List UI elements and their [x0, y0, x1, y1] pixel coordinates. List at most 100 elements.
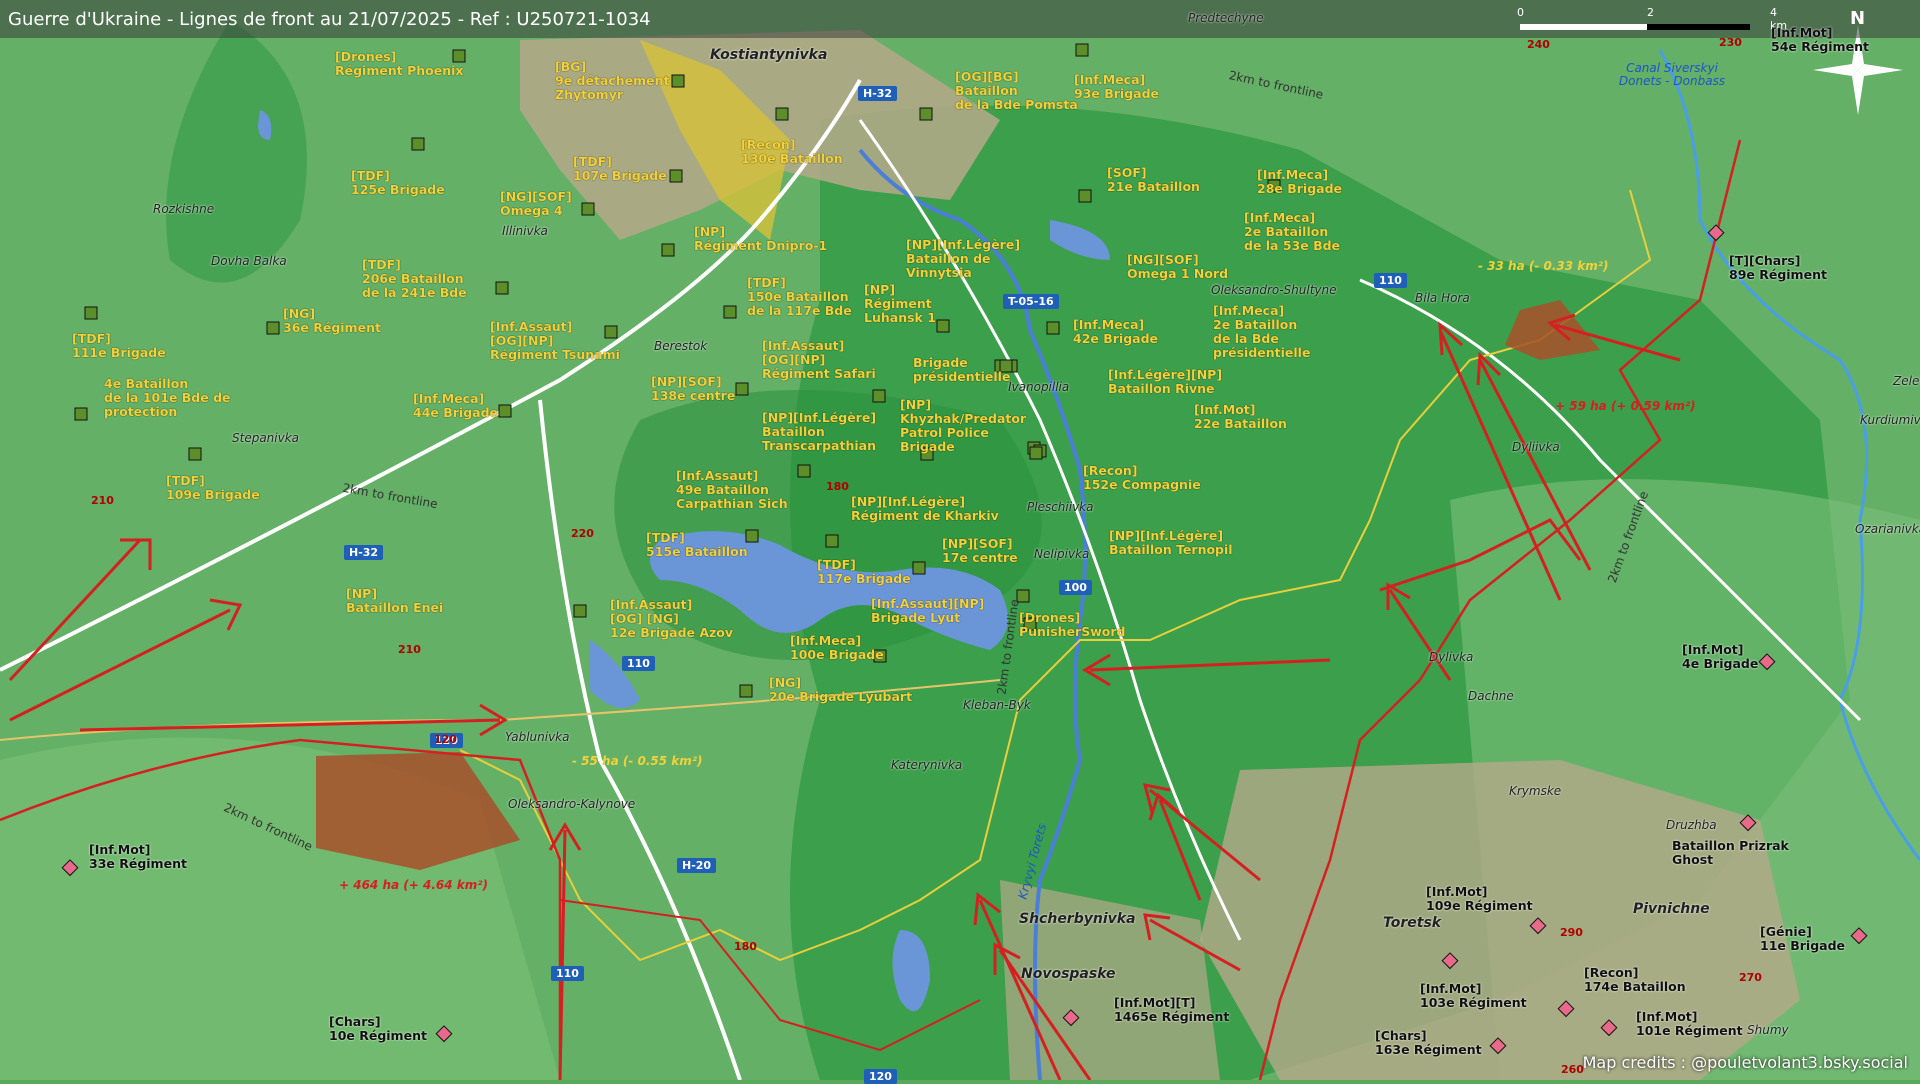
ua-unit-label: [Inf.Assaut][OG][NP]Régiment Tsunami [490, 320, 620, 362]
ru-unit-label: [Inf.Mot]54e Régiment [1771, 26, 1869, 54]
place-label: Pivnichne [1633, 901, 1710, 917]
ua-unit-label: [NG]36e Régiment [283, 307, 381, 335]
ua-unit-label: [Inf.Assaut][OG] [NG]12e Brigade Azov [610, 598, 733, 640]
ua-unit-marker [746, 530, 758, 542]
ua-unit-label: [NP]Régiment Dnipro-1 [694, 225, 827, 253]
ua-unit-label: [NP]Khyzhak/PredatorPatrol PoliceBrigade [900, 398, 1026, 454]
ua-unit-label: [Inf.Meca]2e Bataillonde la 53e Bde [1244, 211, 1340, 253]
ua-unit-label: [TDF]150e Bataillonde la 117e Bde [747, 276, 852, 318]
elevation-label: 230 [1719, 36, 1742, 49]
ua-unit-label: [Inf.Meca]42e Brigade [1073, 318, 1158, 346]
scale-seg [1647, 24, 1750, 30]
ru-unit-label: [Inf.Mot]4e Brigade [1682, 643, 1758, 671]
ru-unit-label: Bataillon PrizrakGhost [1672, 839, 1789, 867]
elevation-label: 210 [91, 494, 114, 507]
elevation-label: 210 [398, 643, 421, 656]
ua-unit-label: [Recon]152e Compagnie [1083, 464, 1201, 492]
ua-unit-label: [Inf.Meca]2e Bataillonde la Bdeprésident… [1213, 304, 1310, 360]
ua-unit-label: Brigadeprésidentielle [913, 356, 1010, 384]
ua-unit-label: [Drones]Régiment Phoenix [335, 50, 463, 78]
ru-unit-label: [Chars]10e Régiment [329, 1015, 427, 1043]
ua-unit-label: [NP][Inf.Légère]Bataillon deVinnytsia [906, 238, 1020, 280]
ua-unit-marker [724, 306, 736, 318]
water-label: Canal Siverskyi Donets - Donbass [1612, 62, 1732, 88]
ua-unit-marker [412, 138, 424, 150]
ru-unit-label: [Inf.Mot]103e Régiment [1420, 982, 1527, 1010]
ua-unit-label: [NP]Bataillon Enei [346, 587, 443, 615]
ua-unit-marker [1047, 322, 1059, 334]
road-badge: H-20 [677, 858, 716, 873]
place-label: Druzhba [1666, 818, 1717, 832]
ru-unit-label: [Inf.Mot][T]1465e Régiment [1114, 996, 1229, 1024]
place-label: Dovha Balka [211, 254, 287, 268]
ua-unit-marker [913, 562, 925, 574]
place-label: Berestok [654, 339, 707, 353]
ua-unit-label: [NP]RégimentLuhansk 1 [864, 283, 936, 325]
ua-unit-marker [267, 322, 279, 334]
elevation-label: 180 [826, 480, 849, 493]
ua-unit-label: [TDF]107e Brigade [573, 155, 667, 183]
ua-unit-label: [NG][SOF]Omega 4 [500, 190, 572, 218]
road-badge: H-32 [344, 545, 383, 560]
ua-unit-marker [662, 244, 674, 256]
ua-unit-label: [Inf.Meca]28e Brigade [1257, 168, 1342, 196]
ua-unit-marker [496, 282, 508, 294]
ua-unit-label: [NG]20e Brigade Lyubart [769, 676, 912, 704]
map-title: Guerre d'Ukraine - Lignes de front au 21… [8, 9, 651, 30]
ru-unit-label: [Génie]11e Brigade [1760, 925, 1845, 953]
place-label: Krymske [1509, 784, 1561, 798]
ua-unit-label: [OG][BG]Bataillonde la Bde Pomsta [955, 70, 1078, 112]
ru-unit-label: [Recon]174e Bataillon [1584, 966, 1686, 994]
ua-unit-marker [85, 307, 97, 319]
place-label: Dylivka [1429, 650, 1473, 664]
ua-unit-marker [574, 605, 586, 617]
place-label: Ivanopillia [1008, 380, 1069, 394]
ru-unit-label: [Inf.Mot]109e Régiment [1426, 885, 1533, 913]
ua-unit-label: [Inf.Meca]93e Brigade [1074, 73, 1159, 101]
area-change-label: - 33 ha (- 0.33 km²) [1478, 259, 1609, 273]
ua-unit-label: [Recon]130e Bataillon [741, 138, 843, 166]
ua-unit-label: [TDF]109e Brigade [166, 474, 260, 502]
ua-unit-marker [1079, 190, 1091, 202]
place-label: Oleksandro-Shultyne [1211, 283, 1337, 297]
scale-seg [1520, 24, 1647, 30]
place-label: Dachne [1468, 689, 1514, 703]
place-label: Bila Hora [1415, 291, 1470, 305]
road-badge: 110 [551, 966, 584, 981]
ru-unit-label: [T][Chars]89e Régiment [1729, 254, 1827, 282]
place-label: Stepanivka [232, 431, 299, 445]
ua-unit-marker [1030, 447, 1042, 459]
ua-unit-marker [736, 383, 748, 395]
ua-unit-marker [937, 320, 949, 332]
ua-unit-marker [672, 75, 684, 87]
ua-unit-marker [740, 685, 752, 697]
ua-unit-label: [Inf.Meca]44e Brigade [413, 392, 498, 420]
place-label: Rozkishne [153, 202, 214, 216]
place-label: Predtechyne [1188, 11, 1264, 25]
scale-bar: 0 2 4 km [1520, 20, 1750, 30]
ua-unit-label: [Inf.Assaut][OG][NP]Régiment Safari [762, 339, 876, 381]
place-label: Nelipivka [1034, 547, 1089, 561]
elevation-label: 260 [1561, 1063, 1584, 1076]
ru-unit-label: [Inf.Mot]33e Régiment [89, 843, 187, 871]
place-label: Yablunivka [505, 730, 569, 744]
ua-unit-marker [826, 535, 838, 547]
ua-unit-label: [Inf.Meca]100e Brigade [790, 634, 884, 662]
ua-unit-label: [TDF]125e Brigade [351, 169, 445, 197]
place-label: Shcherbynivka [1019, 911, 1136, 927]
place-label: Novospaske [1021, 966, 1116, 982]
ru-unit-label: [Inf.Mot]101e Régiment [1636, 1010, 1743, 1038]
place-label: Shumy [1747, 1023, 1789, 1037]
place-label: Kleban-Byk [963, 698, 1031, 712]
ua-unit-label: [TDF]515e Bataillon [646, 531, 748, 559]
place-label: Toretsk [1383, 915, 1441, 931]
ua-unit-marker [798, 465, 810, 477]
ua-unit-marker [873, 390, 885, 402]
ua-unit-marker [920, 108, 932, 120]
ua-unit-label: [NP][Inf.Légère]Bataillon Ternopil [1109, 529, 1233, 557]
ua-unit-marker [1076, 44, 1088, 56]
ua-unit-label: [Inf.Assaut][NP]Brigade Lyut [871, 597, 984, 625]
scale-label: 2 [1647, 6, 1654, 19]
ua-unit-label: [NP][Inf.Légère]BataillonTranscarpathian [762, 411, 876, 453]
area-change-label: + 59 ha (+ 0.59 km²) [1555, 399, 1696, 413]
